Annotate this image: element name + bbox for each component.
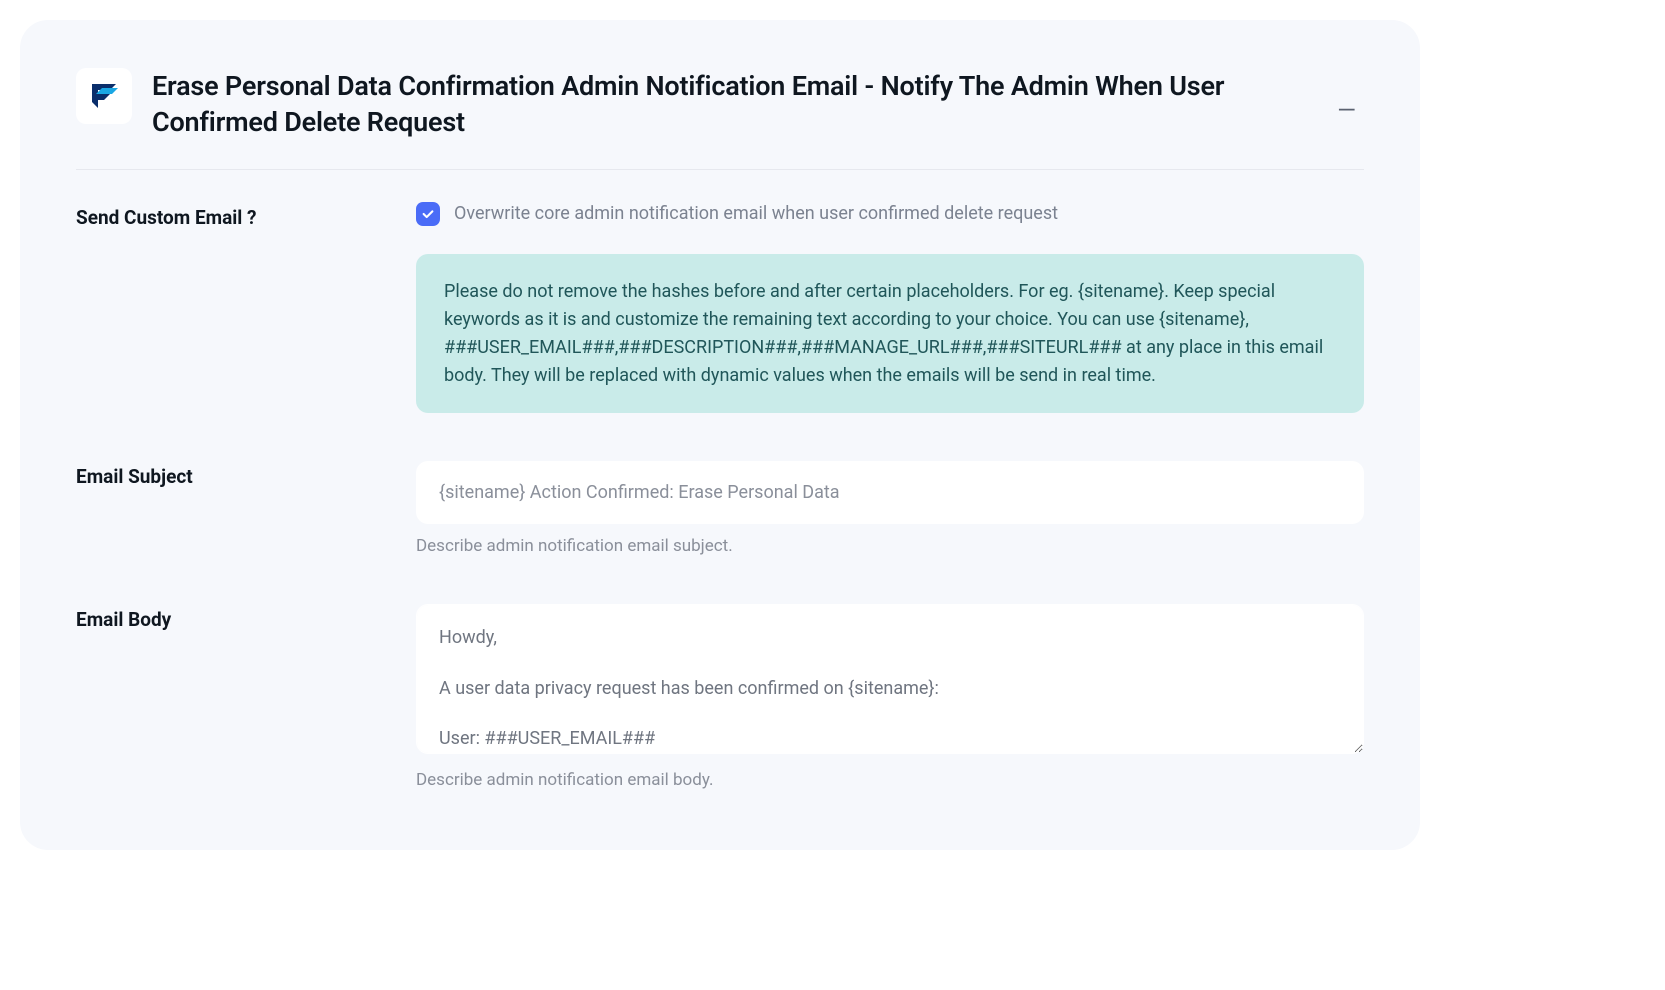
info-box: Please do not remove the hashes before a…	[416, 254, 1364, 414]
card-header: Erase Personal Data Confirmation Admin N…	[76, 68, 1364, 170]
card-title: Erase Personal Data Confirmation Admin N…	[152, 68, 1309, 141]
send-custom-checkbox[interactable]	[416, 202, 440, 226]
row-email-body: Email Body Describe admin notification e…	[76, 604, 1364, 790]
email-subject-label: Email Subject	[76, 461, 416, 488]
email-body-help: Describe admin notification email body.	[416, 770, 1364, 790]
row-email-subject: Email Subject Describe admin notificatio…	[76, 461, 1364, 556]
email-body-control: Describe admin notification email body.	[416, 604, 1364, 790]
brand-logo-icon	[88, 80, 120, 112]
send-custom-check-line: Overwrite core admin notification email …	[416, 202, 1364, 226]
row-send-custom: Send Custom Email ? Overwrite core admin…	[76, 202, 1364, 414]
email-subject-help: Describe admin notification email subjec…	[416, 536, 1364, 556]
email-subject-input[interactable]	[416, 461, 1364, 524]
collapse-button[interactable]: —	[1329, 92, 1364, 128]
send-custom-control: Overwrite core admin notification email …	[416, 202, 1364, 414]
send-custom-label: Send Custom Email ?	[76, 202, 416, 229]
check-icon	[421, 207, 435, 221]
email-body-label: Email Body	[76, 604, 416, 631]
email-body-textarea[interactable]	[416, 604, 1364, 754]
settings-card: Erase Personal Data Confirmation Admin N…	[20, 20, 1420, 850]
brand-logo	[76, 68, 132, 124]
email-subject-control: Describe admin notification email subjec…	[416, 461, 1364, 556]
send-custom-description: Overwrite core admin notification email …	[454, 203, 1058, 224]
